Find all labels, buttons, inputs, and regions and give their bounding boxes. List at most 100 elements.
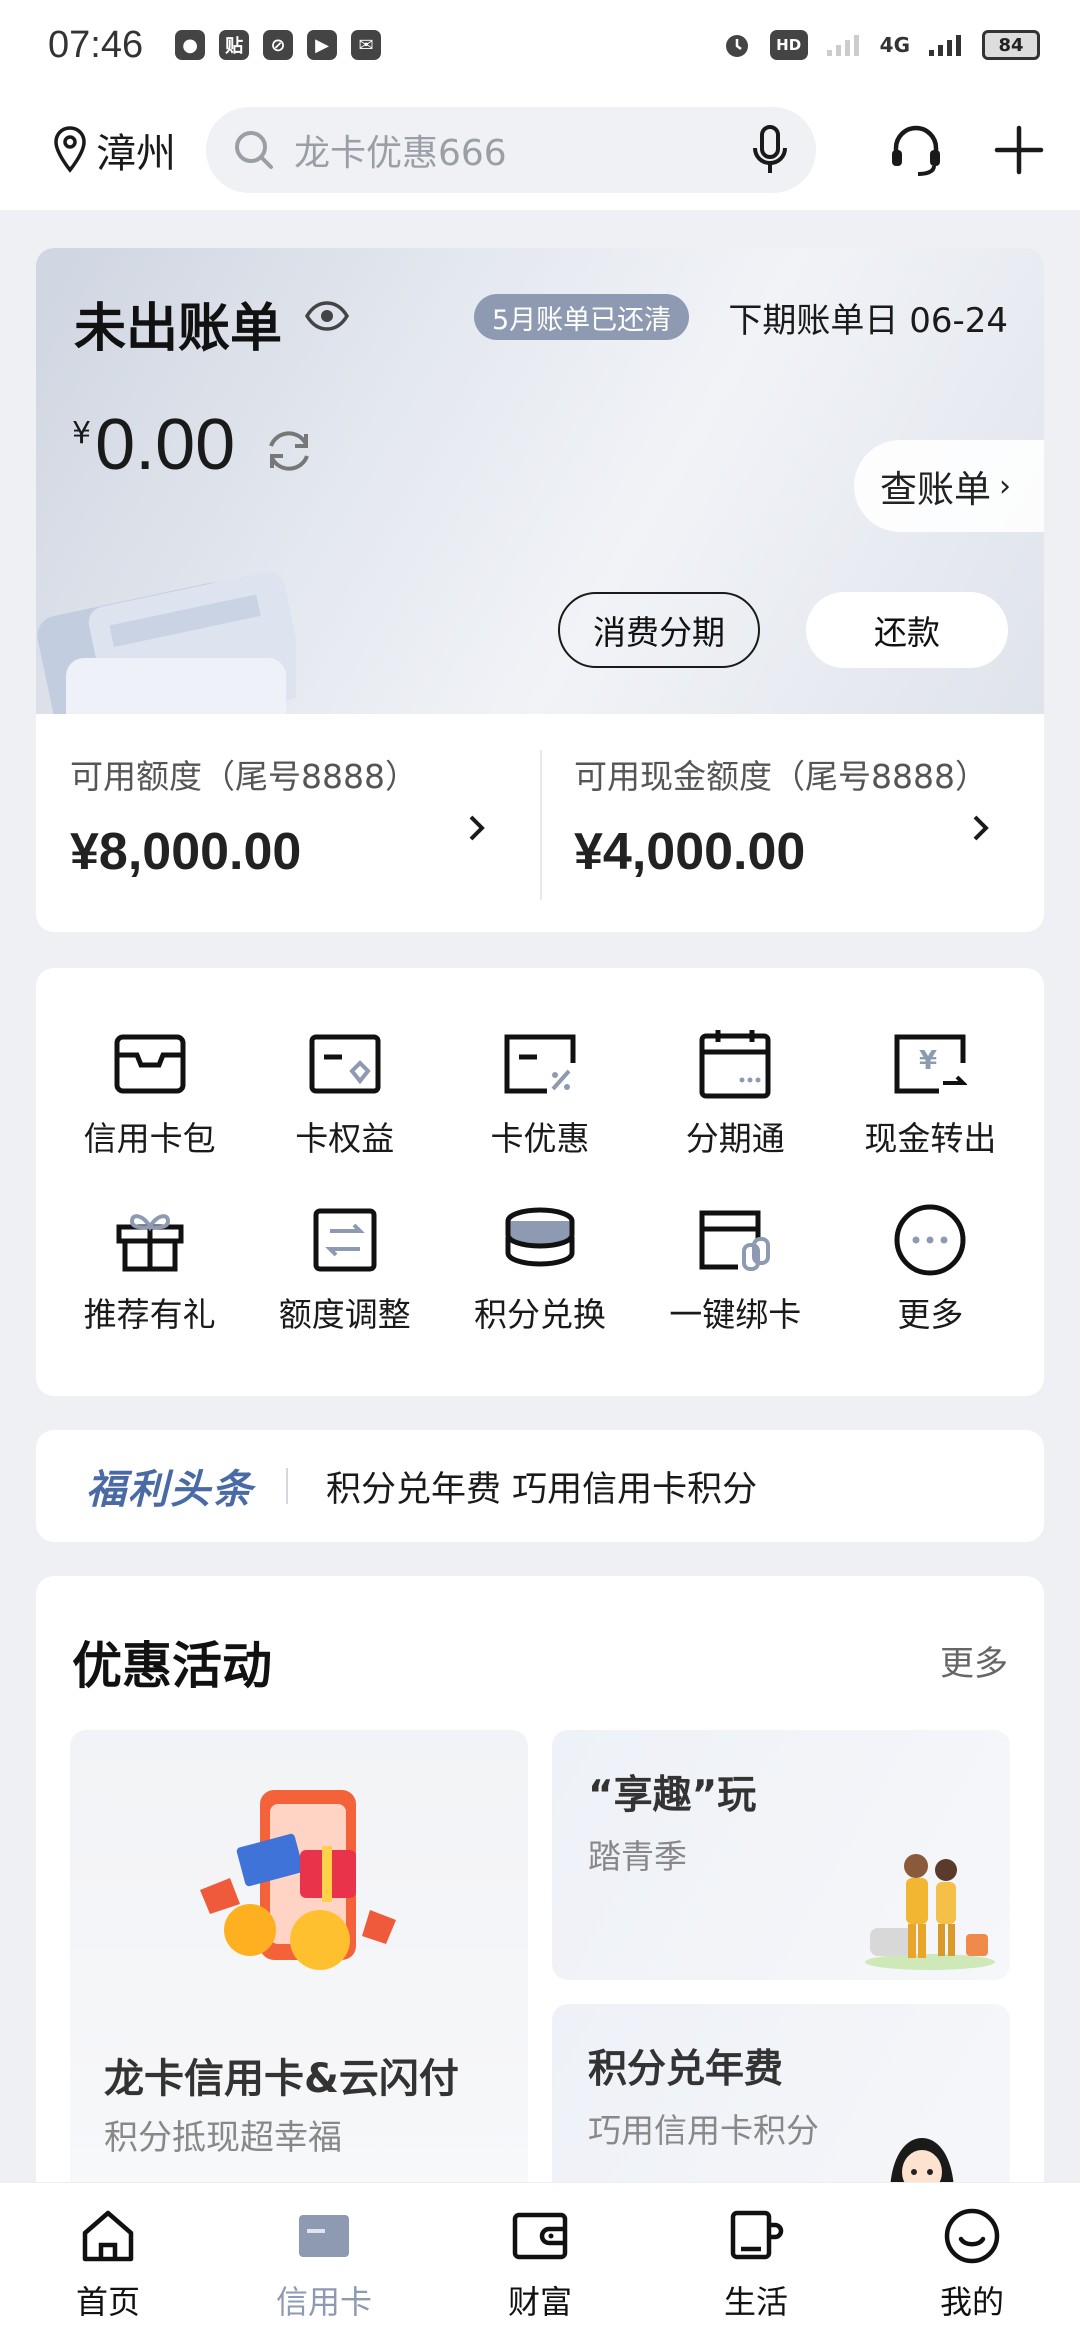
func-more[interactable]: 更多 [833,1200,1028,1376]
promo-card-spring-fun[interactable]: “享趣”玩 踏青季 [552,1730,1010,1980]
card-discount-icon [504,1034,576,1094]
cup-icon [730,2210,784,2260]
alarm-icon [725,35,748,57]
promo-card-points-fee[interactable]: 积分兑年费 巧用信用卡积分 [552,2004,1010,2196]
home-icon [82,2210,134,2262]
signal-icon [929,35,961,56]
bill-title: 未出账单 [74,299,283,359]
city-name: 漳州 [96,131,176,177]
news-headline[interactable]: 积分兑年费 巧用信用卡积分 [326,1461,757,1512]
nav-label: 财富 [507,2283,572,2321]
cash-limit-panel[interactable]: 可用现金额度（尾号8888） ¥4,000.00 [540,714,1044,932]
func-points-exchange[interactable]: 积分兑换 [442,1200,637,1376]
customer-service-icon[interactable] [888,122,944,178]
next-bill-date: 下期账单日 06-24 [728,300,1008,341]
search-icon [235,131,273,169]
cards-illustration [37,571,296,714]
credit-limit-panel[interactable]: 可用额度（尾号8888） ¥8,000.00 [36,714,540,932]
tieba-app-icon: 贴 [219,30,250,60]
unbilled-amount: ¥ 0.00 [72,404,235,486]
app-header: 漳州 龙卡优惠666 [0,90,1080,210]
phone-gift-illustration [200,1790,396,1970]
bill-summary: 未出账单 5月账单已还清 下期账单日 06-24 ¥ 0.00 查账单 › 消费… [36,248,1044,714]
repay-button[interactable]: 还款 [806,592,1008,668]
func-label: 分期通 [685,1119,785,1158]
func-card-benefits[interactable]: 卡权益 [247,1024,442,1200]
promo-side-title: 积分兑年费 [588,2047,784,2092]
func-card-discount[interactable]: 卡优惠 [442,1024,637,1200]
cash-limit-label: 可用现金额度（尾号8888） [574,757,988,796]
check-bill-label: 查账单 [880,468,991,511]
add-icon[interactable] [994,125,1044,175]
smiley-icon [944,2208,1000,2264]
func-gift[interactable]: 推荐有礼 [52,1200,247,1376]
bill-card: 未出账单 5月账单已还清 下期账单日 06-24 ¥ 0.00 查账单 › 消费… [36,248,1044,932]
promo-card-unionpay[interactable]: 龙卡信用卡&云闪付 积分抵现超幸福 [70,1730,528,2196]
refresh-icon[interactable] [262,424,316,478]
nav-label: 首页 [75,2283,140,2321]
chevron-right-icon: › [999,468,1011,504]
promo-side-subtitle: 踏青季 [588,1837,687,1876]
func-label: 卡优惠 [490,1119,590,1158]
gift-icon [116,1214,184,1272]
credit-limits: 可用额度（尾号8888） ¥8,000.00 可用现金额度（尾号8888） ¥4… [36,714,1044,932]
installment-button[interactable]: 消费分期 [558,592,760,668]
card-benefits-icon [309,1034,381,1094]
welfare-news-bar[interactable]: 福利头条 积分兑年费 巧用信用卡积分 [36,1430,1044,1542]
promotions-title: 优惠活动 [72,1637,272,1695]
travelers-illustration [865,1854,995,1970]
chevron-right-icon [469,815,485,841]
search-bar[interactable]: 龙卡优惠666 [206,107,816,193]
wallet-icon [512,2212,568,2260]
status-bar: 07:46 ● 贴 ⊘ ▶ ✉ HD 4G 84 [0,0,1080,90]
network-type: 4G [879,33,910,57]
installment-calendar-icon [699,1030,771,1099]
amount-currency: ¥ [72,416,92,451]
nav-mine[interactable]: 我的 [864,2183,1080,2340]
credit-limit-label: 可用额度（尾号8888） [70,757,418,796]
divider [286,1468,288,1504]
check-bill-button[interactable]: 查账单 › [854,440,1044,532]
nav-label: 信用卡 [275,2283,372,2321]
func-installment[interactable]: 分期通 [638,1024,833,1200]
func-limit-adjust[interactable]: 额度调整 [247,1200,442,1376]
points-coins-icon [505,1207,575,1267]
promo-main-subtitle: 积分抵现超幸福 [104,2118,342,2158]
eye-icon[interactable] [304,300,350,332]
city-selector[interactable]: 漳州 [52,121,176,179]
func-bind-card[interactable]: 一键绑卡 [638,1200,833,1376]
battery-indicator: 84 [982,30,1040,60]
location-pin-icon [54,126,86,173]
promotions-section: 优惠活动 更多 龙卡信用卡&云闪付 积分抵现超幸福 “享趣”玩 踏青季 积分兑年… [36,1576,1044,2196]
func-cash-transfer[interactable]: ¥ 现金转出 [833,1024,1028,1200]
func-label: 积分兑换 [473,1295,606,1334]
news-tag: 福利头条 [86,1467,254,1513]
nav-home[interactable]: 首页 [0,2183,216,2340]
nav-wealth[interactable]: 财富 [432,2183,648,2340]
nav-life[interactable]: 生活 [648,2183,864,2340]
func-card-wallet[interactable]: 信用卡包 [52,1024,247,1200]
limit-adjust-icon [313,1208,377,1272]
function-grid: 信用卡包 卡权益 卡优惠 分期通 ¥ 现金转出 推荐有礼 额度调整 积分兑换 一… [36,968,1044,1396]
func-label: 更多 [897,1295,964,1334]
signal-empty-icon [826,35,859,56]
func-label: 额度调整 [278,1295,411,1334]
promo-side-title: “享趣”玩 [588,1773,757,1818]
card-wallet-icon [114,1034,186,1094]
promotions-more-link[interactable]: 更多 [940,1636,1008,1685]
microphone-icon[interactable] [750,124,790,176]
promo-side-subtitle: 巧用信用卡积分 [588,2111,819,2150]
func-label: 一键绑卡 [669,1295,802,1334]
chevron-right-icon [973,815,989,841]
bottom-navigation: 首页 信用卡 财富 生活 我的 [0,2182,1080,2340]
nav-credit-card[interactable]: 信用卡 [216,2183,432,2340]
link-app-icon: ⊘ [263,30,294,60]
bind-card-icon [699,1210,771,1271]
cash-transfer-icon: ¥ [894,1034,968,1094]
func-label: 推荐有礼 [83,1295,216,1334]
more-dots-icon [894,1204,966,1276]
svg-text:¥: ¥ [919,1046,937,1076]
func-label: 卡权益 [295,1119,395,1158]
status-time: 07:46 [48,23,144,66]
func-label: 信用卡包 [83,1119,216,1158]
